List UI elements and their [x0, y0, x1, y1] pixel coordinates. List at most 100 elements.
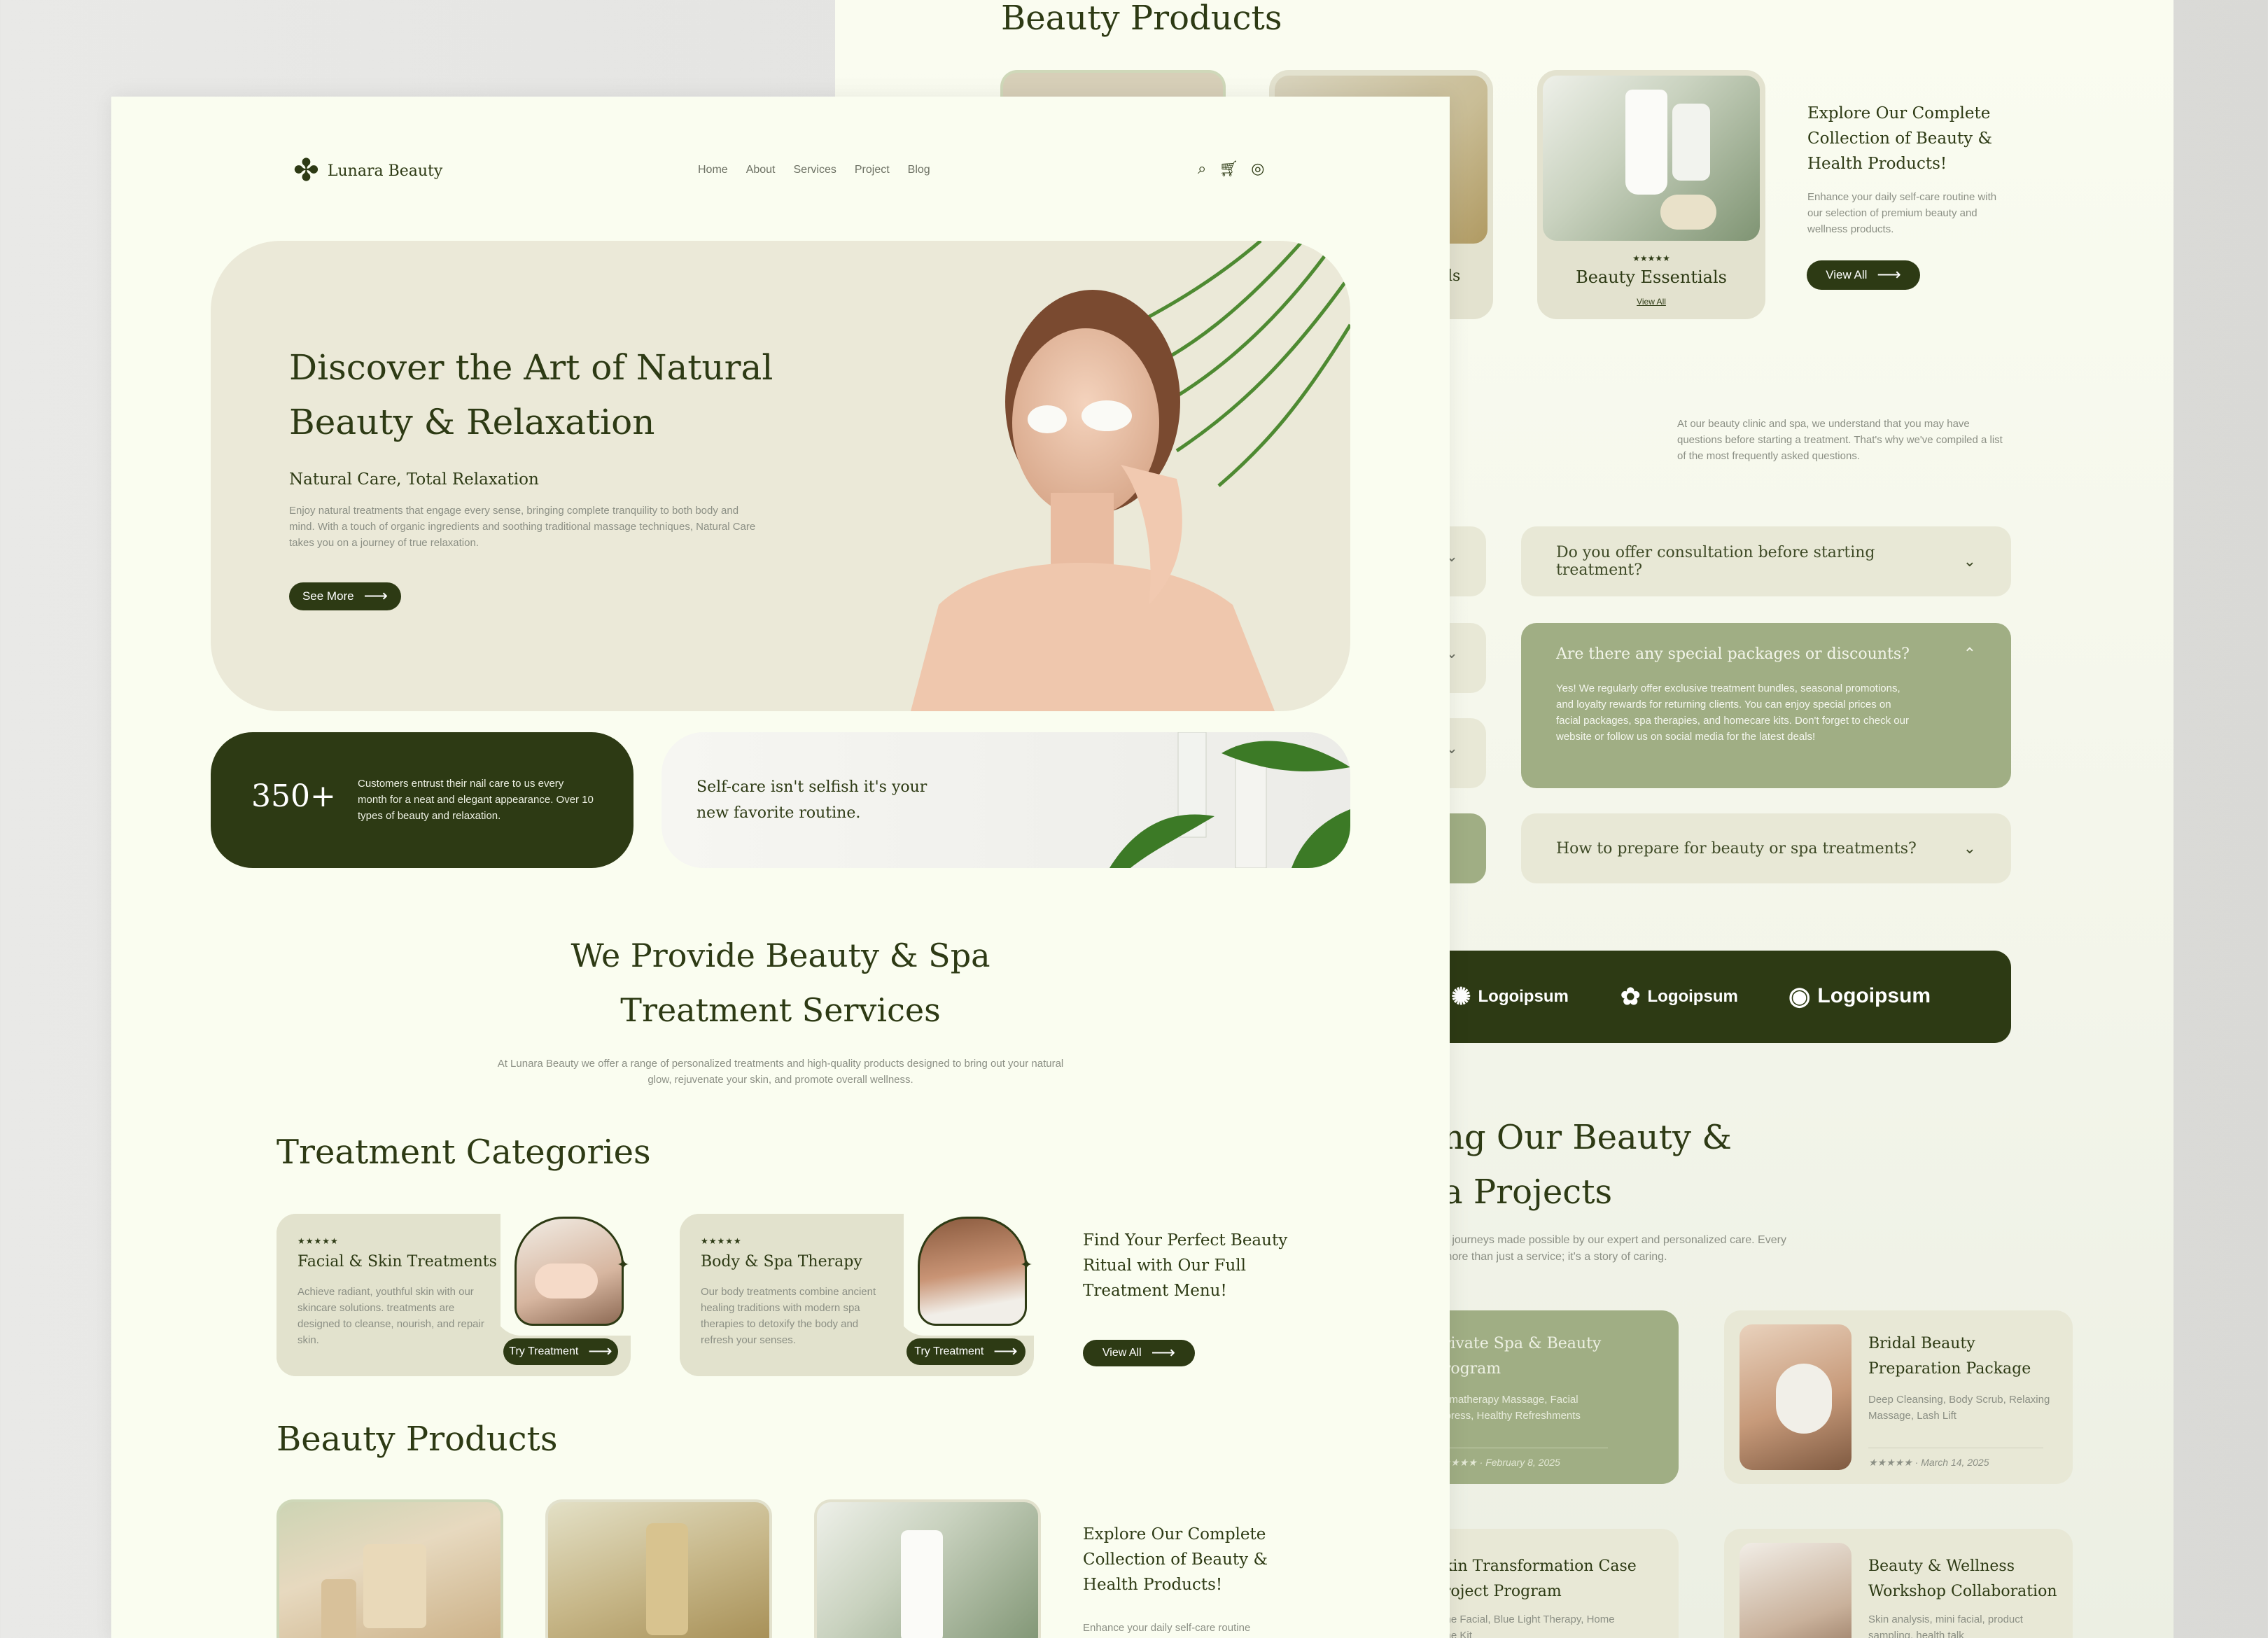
rating-stars: ★★★★★ [701, 1236, 742, 1246]
category-name: Body & Spa Therapy [701, 1253, 862, 1270]
view-all-button[interactable]: View All ⟶ [1083, 1340, 1195, 1366]
services-title: We Provide Beauty & Spa Treatment Servic… [111, 928, 1450, 1037]
faq-item-consultation[interactable]: Do you offer consultation before startin… [1521, 526, 2011, 596]
brand-name: Lunara Beauty [327, 162, 443, 180]
projects-text: g journeys made possible by our expert a… [1443, 1232, 1835, 1266]
project-meta: ★★★★★ · February 8, 2025 [1433, 1448, 1608, 1469]
clover-logo-icon: ✤ [293, 153, 319, 188]
title-line: ng Our Beauty & [1443, 1118, 1732, 1157]
project-desc: Deep Cleansing, Body Scrub, Relaxing Mas… [1868, 1394, 2050, 1422]
button-label: View All [1826, 268, 1868, 281]
category-text: Achieve radiant, youthful skin with our … [298, 1286, 484, 1346]
product-card[interactable] [1000, 70, 1226, 98]
project-card[interactable]: Bridal Beauty Preparation Package Deep C… [1724, 1310, 2073, 1484]
category-card-facial[interactable]: ✦ ★★★★★ Facial & Skin Treatments Achieve… [276, 1210, 631, 1376]
nav-about[interactable]: About [746, 164, 776, 176]
quote-photo [1110, 732, 1350, 868]
product-photo [1543, 76, 1760, 241]
title-line: Discover the Art of Natural [289, 347, 774, 388]
project-title: Beauty & Wellness Workshop Collaboration [1868, 1558, 2057, 1600]
nav-project[interactable]: Project [855, 164, 890, 176]
product-card[interactable] [276, 1499, 503, 1638]
arrow-right-icon: ⟶ [588, 1342, 612, 1361]
chevron-down-icon: ⌄ [1963, 839, 1976, 858]
ring-logo-icon: ◉ [1788, 981, 1811, 1010]
arrow-right-icon: ⟶ [1151, 1343, 1176, 1362]
cart-icon[interactable]: 🛒︎ [1219, 160, 1238, 178]
faq-item-packages[interactable]: Are there any special packages or discou… [1521, 623, 2011, 788]
quote-text: Self-care isn't selfish it's your new fa… [696, 778, 927, 822]
project-title: Bridal Beauty Preparation Package [1868, 1335, 2031, 1378]
project-card[interactable]: Beauty & Wellness Workshop Collaboration… [1724, 1529, 2073, 1638]
section-title: Beauty Products [1001, 0, 1282, 38]
faq-intro: At our beauty clinic and spa, we underst… [1677, 418, 2003, 462]
services-text: At Lunara Beauty we offer a range of per… [497, 1058, 1064, 1086]
see-more-button[interactable]: See More ⟶ [289, 582, 401, 610]
explore-text: Enhance your daily self-care routine [1083, 1622, 1251, 1634]
main-nav: Home About Services Project Blog [698, 164, 930, 176]
category-name: Facial & Skin Treatments [298, 1253, 497, 1270]
view-all-button[interactable]: View All ⟶ [1807, 260, 1920, 290]
rating-stars: ★★★★★ [298, 1236, 339, 1246]
explore-title: Explore Our Complete Collection of Beaut… [1807, 104, 1992, 173]
explore-text: Enhance your daily self-care routine wit… [1807, 191, 1997, 235]
chevron-down-icon: ⌄ [1963, 552, 1976, 570]
chevron-up-icon: ⌃ [1963, 645, 1976, 663]
find-title: Find Your Perfect Beauty Ritual with Our… [1083, 1231, 1288, 1300]
project-title: Private Spa & Beauty Program [1433, 1335, 1602, 1378]
arrow-right-icon: ⟶ [363, 587, 388, 606]
text-line: more than just a service; it's a story o… [1443, 1251, 1667, 1263]
faq-question: Do you offer consultation before startin… [1556, 544, 1875, 579]
account-icon[interactable]: ◎ [1251, 160, 1264, 178]
sparkle-icon: ✦ [1020, 1256, 1033, 1273]
nav-home[interactable]: Home [698, 164, 728, 176]
product-card[interactable] [545, 1499, 772, 1638]
project-desc: Skin analysis, mini facial, product samp… [1868, 1614, 2023, 1638]
hero-subtitle: Natural Care, Total Relaxation [289, 470, 539, 489]
nav-services[interactable]: Services [794, 164, 836, 176]
facial-photo [514, 1217, 624, 1326]
nav-blog[interactable]: Blog [908, 164, 930, 176]
faq-answer: Yes! We regularly offer exclusive treatm… [1556, 682, 1909, 743]
title-line: We Provide Beauty & Spa [570, 937, 990, 974]
products-title: Beauty Products [276, 1420, 558, 1459]
product-card[interactable] [814, 1499, 1041, 1638]
button-label: View All [1102, 1347, 1142, 1359]
title-line: Beauty & Relaxation [289, 402, 655, 442]
product-name: Beauty Essentials [1576, 267, 1727, 287]
category-card-body[interactable]: ✦ ★★★★★ Body & Spa Therapy Our body trea… [680, 1210, 1034, 1376]
logo-text: Logoipsum [1817, 984, 1931, 1007]
flower-logo-icon: ✿ [1620, 983, 1641, 1010]
product-card-essentials[interactable]: ★★★★★ Beauty Essentials View All [1537, 70, 1765, 319]
search-icon[interactable]: ⌕ [1198, 160, 1206, 178]
button-label: Try Treatment [914, 1345, 984, 1357]
partner-logo: ◉ Logoipsum [1788, 981, 1931, 1011]
stat-card: 350+ Customers entrust their nail care t… [211, 732, 634, 868]
hero-photo [911, 241, 1350, 711]
project-desc: Acne Facial, Blue Light Therapy, Home Ac… [1433, 1614, 1615, 1638]
sun-logo-icon: ✺ [1451, 983, 1471, 1010]
project-desc: Aromatherapy Massage, Facial Express, He… [1433, 1394, 1581, 1422]
hero: Discover the Art of Natural Beauty & Rel… [211, 241, 1350, 711]
brand[interactable]: ✤ Lunara Beauty [293, 155, 442, 186]
hero-title: Discover the Art of Natural Beauty & Rel… [289, 340, 779, 449]
faq-item-prepare[interactable]: How to prepare for beauty or spa treatme… [1521, 813, 2011, 883]
title-line: a Projects [1443, 1172, 1613, 1212]
project-title: Skin Transformation Case Project Program [1433, 1558, 1637, 1600]
arrow-right-icon: ⟶ [993, 1342, 1018, 1361]
categories-title: Treatment Categories [276, 1133, 651, 1172]
view-all-link[interactable]: View All [1537, 297, 1765, 307]
logo-text: Logoipsum [1647, 987, 1738, 1006]
arrow-right-icon: ⟶ [1877, 265, 1901, 284]
body-therapy-photo [918, 1217, 1027, 1326]
hero-text: Enjoy natural treatments that engage eve… [289, 505, 756, 549]
projects-title: ng Our Beauty & a Projects [1443, 1110, 1732, 1219]
try-treatment-button[interactable]: Try Treatment ⟶ [906, 1338, 1026, 1365]
stat-value: 350+ [251, 778, 336, 814]
category-text: Our body treatments combine ancient heal… [701, 1286, 876, 1346]
rating-stars: ★★★★★ [1632, 253, 1670, 263]
faq-question: Are there any special packages or discou… [1556, 645, 1910, 663]
partner-logo: ✺ Logoipsum [1451, 983, 1569, 1011]
try-treatment-button[interactable]: Try Treatment ⟶ [503, 1338, 618, 1365]
project-photo [1740, 1543, 1851, 1638]
